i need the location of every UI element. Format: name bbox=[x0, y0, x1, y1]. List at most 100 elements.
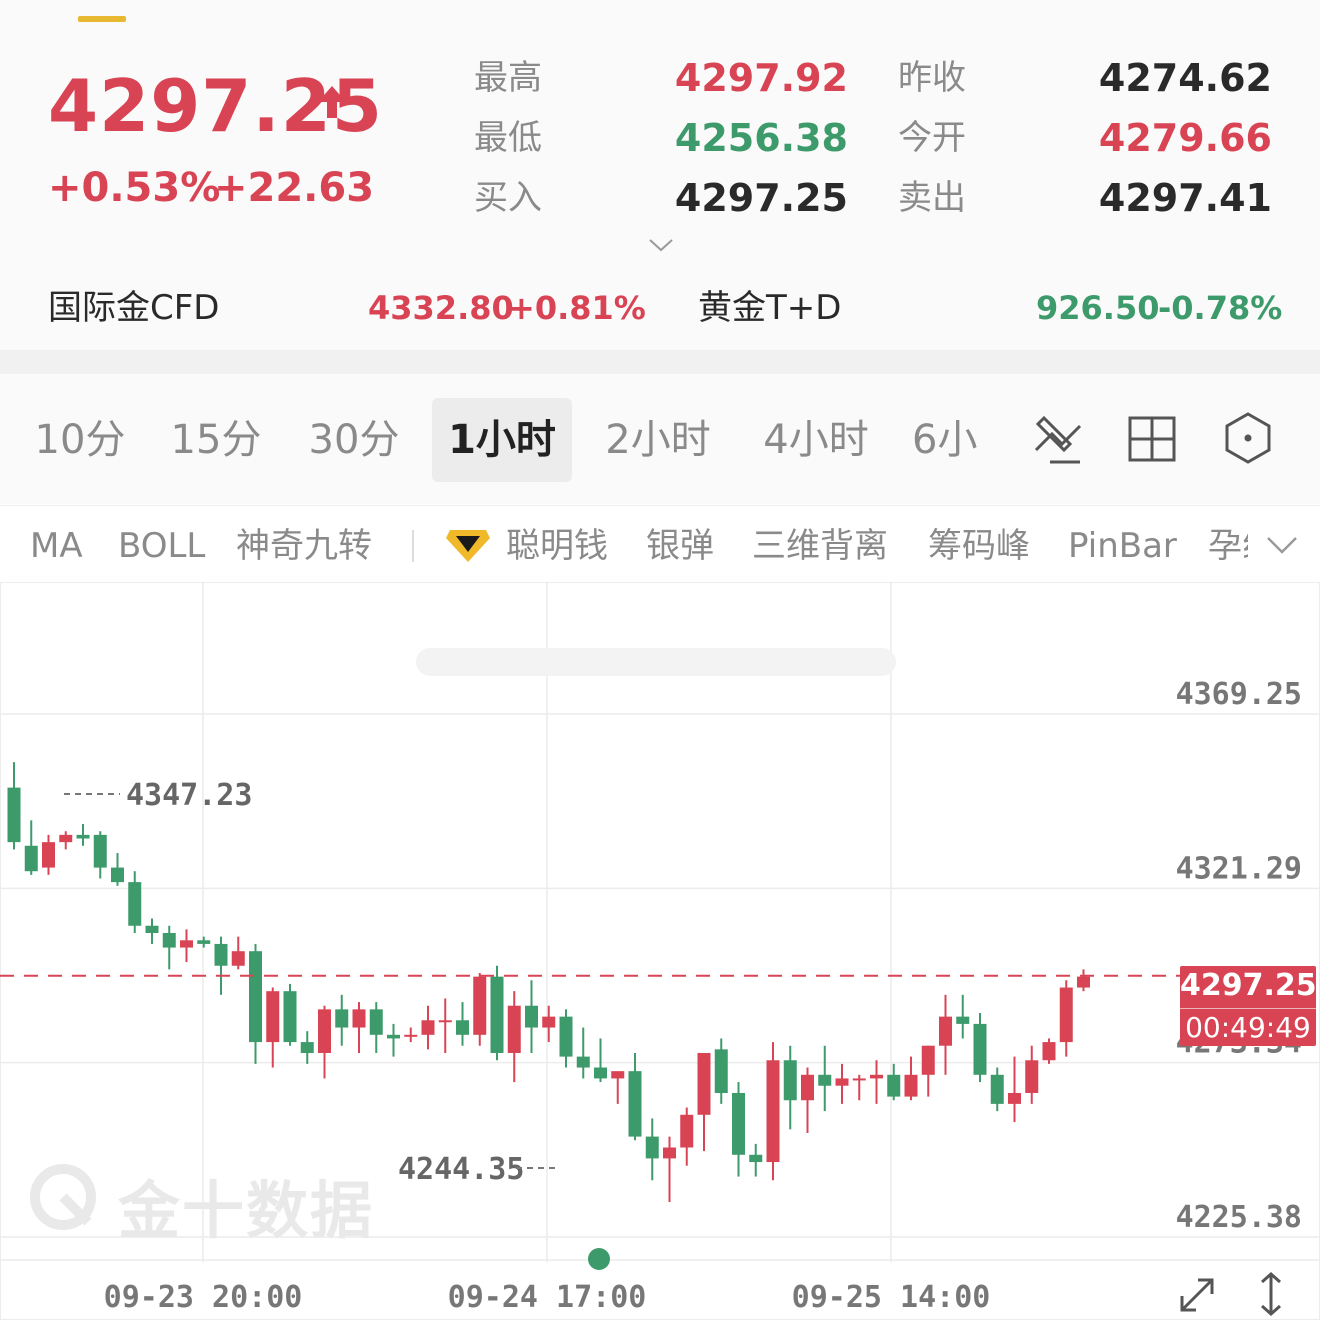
indicator-divider bbox=[412, 530, 414, 562]
expand-chevron-icon[interactable] bbox=[648, 236, 674, 254]
live-indicator-dot bbox=[588, 1248, 610, 1270]
watermark: 金十数据 bbox=[118, 1174, 375, 1247]
indicator-3d-divergence[interactable]: 三维背离 bbox=[752, 525, 888, 567]
candle-body bbox=[111, 867, 124, 883]
candle-body bbox=[42, 842, 55, 868]
candle-body bbox=[921, 1045, 935, 1075]
tab-1h[interactable]: 1小时 bbox=[432, 398, 572, 482]
indicator-smart-money[interactable]: 聪明钱 bbox=[506, 525, 608, 567]
value-prev-close: 4274.62 bbox=[1098, 56, 1272, 100]
arrow-up-icon bbox=[318, 86, 346, 118]
candle-body bbox=[318, 1009, 331, 1053]
candle-body bbox=[594, 1067, 607, 1079]
x-tick-label: 09-23 20:00 bbox=[104, 1280, 303, 1315]
indicator-pinbar[interactable]: PinBar bbox=[1068, 525, 1177, 567]
candle-body bbox=[680, 1114, 694, 1148]
value-high: 4297.92 bbox=[674, 56, 848, 100]
tab-15m[interactable]: 15分 bbox=[164, 398, 268, 482]
candle-body bbox=[249, 951, 262, 1043]
candle-body bbox=[697, 1052, 711, 1115]
indicator-silver-bullet[interactable]: 银弹 bbox=[646, 525, 714, 567]
indicator-ma[interactable]: MA bbox=[30, 525, 83, 567]
candle-body bbox=[335, 1009, 349, 1028]
grid-layout-icon[interactable] bbox=[1124, 410, 1180, 466]
indicator-chip-peak[interactable]: 筹码峰 bbox=[928, 525, 1030, 567]
ref-value-td: 926.50 bbox=[1036, 289, 1160, 327]
label-prev-close: 昨收 bbox=[898, 58, 966, 98]
tab-30m[interactable]: 30分 bbox=[300, 398, 408, 482]
value-low: 4256.38 bbox=[674, 116, 848, 160]
candle-body bbox=[973, 1023, 987, 1075]
candle-body bbox=[180, 940, 193, 948]
ref-value-cfd: 4332.80 bbox=[368, 289, 514, 327]
candle-body bbox=[904, 1074, 918, 1097]
more-indicators-chevron-icon[interactable] bbox=[1264, 532, 1300, 558]
tab-4h[interactable]: 4小时 bbox=[754, 398, 878, 482]
candle-body bbox=[300, 1042, 314, 1053]
countdown-label: 00:49:49 bbox=[1180, 1008, 1316, 1047]
candle-body bbox=[7, 787, 21, 843]
candle-body bbox=[369, 1009, 383, 1035]
candle-body bbox=[956, 1016, 970, 1024]
tab-2h[interactable]: 2小时 bbox=[596, 398, 720, 482]
candle-body bbox=[542, 1016, 556, 1028]
vertical-scale-icon[interactable] bbox=[1256, 1270, 1286, 1318]
value-open: 4279.66 bbox=[1098, 116, 1272, 160]
candle-body bbox=[1077, 976, 1090, 988]
candle-body bbox=[611, 1071, 625, 1079]
candle-body bbox=[214, 943, 228, 966]
candle-body bbox=[438, 1020, 452, 1023]
low-marker-label: 4244.35 bbox=[398, 1152, 524, 1187]
candle-body bbox=[266, 991, 280, 1043]
candle-body bbox=[852, 1078, 866, 1081]
candle-body bbox=[1042, 1042, 1056, 1061]
indicator-td9[interactable]: 神奇九转 bbox=[236, 525, 372, 567]
change-percent: +0.53% bbox=[48, 165, 221, 211]
ref-name-td[interactable]: 黄金T+D bbox=[698, 288, 841, 328]
label-bid: 买入 bbox=[474, 178, 542, 218]
candle-body bbox=[1008, 1092, 1021, 1104]
chart-notice-pill[interactable] bbox=[416, 648, 896, 676]
candle-body bbox=[766, 1060, 780, 1163]
candle-body bbox=[24, 845, 38, 872]
candle-body bbox=[663, 1147, 676, 1159]
candle-body bbox=[732, 1092, 745, 1155]
indicator-inside-bar[interactable]: 孕线 bbox=[1208, 525, 1248, 567]
candle-body bbox=[387, 1034, 400, 1039]
candle-body bbox=[231, 951, 245, 966]
x-tick-label: 09-24 17:00 bbox=[448, 1280, 647, 1315]
jin10-logo-icon bbox=[30, 1164, 96, 1230]
candle-body bbox=[421, 1020, 435, 1035]
label-high: 最高 bbox=[474, 58, 542, 98]
candle-body bbox=[490, 976, 504, 1053]
candle-body bbox=[645, 1136, 659, 1159]
draw-tool-icon[interactable] bbox=[1030, 410, 1086, 466]
candle-body bbox=[162, 933, 176, 948]
candle-body bbox=[145, 925, 159, 934]
candle-body bbox=[197, 940, 211, 944]
candle-body bbox=[801, 1074, 814, 1101]
candle-body bbox=[93, 834, 107, 868]
settings-hex-icon[interactable] bbox=[1220, 410, 1276, 466]
tab-10m[interactable]: 10分 bbox=[28, 398, 132, 482]
candle-body bbox=[870, 1074, 883, 1079]
diamond-vip-icon bbox=[446, 530, 490, 562]
ref-name-cfd[interactable]: 国际金CFD bbox=[48, 288, 219, 328]
candle-body bbox=[714, 1049, 728, 1093]
tab-indicator bbox=[78, 16, 126, 22]
ref-change-td: -0.78% bbox=[1158, 289, 1283, 327]
candle-body bbox=[835, 1078, 849, 1086]
candle-body bbox=[559, 1016, 573, 1057]
ref-change-cfd: +0.81% bbox=[508, 289, 646, 327]
fullscreen-icon[interactable] bbox=[1176, 1274, 1218, 1316]
candle-body bbox=[128, 882, 142, 926]
tab-6h[interactable]: 6小时 bbox=[912, 398, 1008, 482]
candle-body bbox=[1025, 1060, 1039, 1093]
candle-body bbox=[939, 1016, 952, 1046]
y-tick-label: 4225.38 bbox=[1176, 1200, 1302, 1235]
candle-body bbox=[507, 1005, 521, 1053]
candle-body bbox=[628, 1071, 642, 1137]
candle-body bbox=[404, 1034, 418, 1037]
candle-body bbox=[1059, 987, 1073, 1043]
indicator-boll[interactable]: BOLL bbox=[118, 525, 205, 567]
